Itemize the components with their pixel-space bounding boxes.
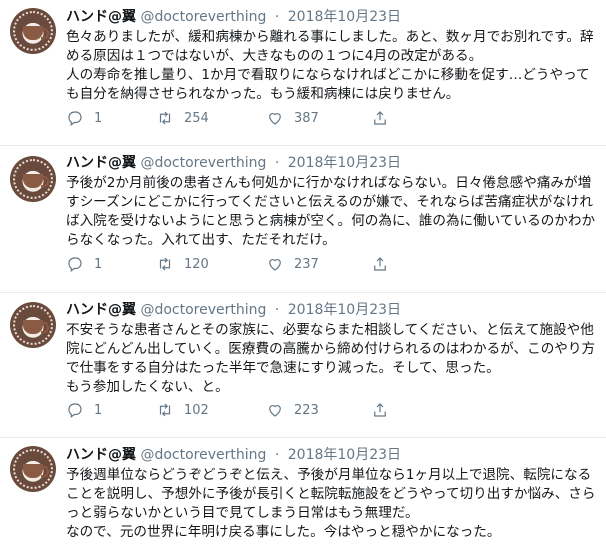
reply-count: 1 — [94, 402, 103, 418]
tweet-actions: 1 102 223 — [66, 400, 389, 420]
share-icon — [374, 257, 386, 271]
retweet-icon — [159, 403, 171, 417]
tweet-date[interactable]: 2018年10月23日 — [288, 447, 401, 463]
reply-button[interactable]: 1 — [66, 109, 156, 127]
separator-dot: · — [274, 302, 280, 318]
tweet[interactable]: ハンド@翼 @doctoreverthing · 2018年10月23日 予後が… — [0, 146, 606, 293]
tweet-text: 不安そうな患者さんとその家族に、必要ならまた相談してください、と伝えて施設や他院… — [66, 322, 596, 395]
tweet[interactable]: ハンド@翼 @doctoreverthing · 2018年10月23日 不安そ… — [0, 293, 606, 438]
tweet[interactable]: ハンド@翼 @doctoreverthing · 2018年10月23日 色々あ… — [0, 0, 606, 146]
reply-count: 1 — [94, 110, 103, 126]
tweet-header: ハンド@翼 @doctoreverthing · 2018年10月23日 — [66, 299, 401, 321]
separator-dot: · — [274, 447, 280, 463]
avatar[interactable] — [10, 446, 56, 492]
separator-dot: · — [274, 9, 280, 25]
user-handle[interactable]: @doctoreverthing — [140, 9, 266, 25]
share-button[interactable] — [371, 401, 389, 419]
tweet[interactable]: ハンド@翼 @doctoreverthing · 2018年10月23日 予後週… — [0, 438, 606, 548]
display-name[interactable]: ハンド@翼 — [66, 9, 136, 25]
avatar[interactable] — [10, 302, 56, 348]
tweet-date[interactable]: 2018年10月23日 — [288, 9, 401, 25]
tweet-date[interactable]: 2018年10月23日 — [288, 302, 401, 318]
reply-count: 1 — [94, 256, 103, 272]
tweet-text: 予後週単位ならどうぞどうぞと伝え、予後が月単位なら1ヶ月以上で退院、転院になるこ… — [66, 467, 596, 540]
tweet-header: ハンド@翼 @doctoreverthing · 2018年10月23日 — [66, 152, 401, 174]
like-icon — [269, 259, 281, 271]
like-count: 387 — [294, 110, 319, 126]
like-button[interactable]: 223 — [266, 401, 371, 419]
share-icon — [374, 111, 386, 125]
reply-button[interactable]: 1 — [66, 255, 156, 273]
like-icon — [269, 405, 281, 417]
like-count: 237 — [294, 256, 319, 272]
separator-dot: · — [274, 155, 280, 171]
tweet-header: ハンド@翼 @doctoreverthing · 2018年10月23日 — [66, 6, 401, 28]
like-icon — [269, 113, 281, 125]
retweet-count: 102 — [184, 402, 209, 418]
like-button[interactable]: 387 — [266, 109, 371, 127]
display-name[interactable]: ハンド@翼 — [66, 155, 136, 171]
retweet-icon — [159, 111, 171, 125]
reply-button[interactable]: 1 — [66, 401, 156, 419]
tweet-actions: 1 254 387 — [66, 108, 389, 128]
share-button[interactable] — [371, 255, 389, 273]
retweet-button[interactable]: 120 — [156, 255, 266, 273]
tweet-header: ハンド@翼 @doctoreverthing · 2018年10月23日 — [66, 444, 401, 466]
tweet-actions: 1 120 237 — [66, 254, 389, 274]
retweet-button[interactable]: 102 — [156, 401, 266, 419]
tweet-date[interactable]: 2018年10月23日 — [288, 155, 401, 171]
user-handle[interactable]: @doctoreverthing — [140, 155, 266, 171]
retweet-count: 254 — [184, 110, 209, 126]
retweet-button[interactable]: 254 — [156, 109, 266, 127]
like-count: 223 — [294, 402, 319, 418]
avatar[interactable] — [10, 8, 56, 54]
display-name[interactable]: ハンド@翼 — [66, 447, 136, 463]
user-handle[interactable]: @doctoreverthing — [140, 302, 266, 318]
tweet-text: 予後が2か月前後の患者さんも何処かに行かなければならない。日々倦怠感や痛みが増す… — [66, 175, 596, 248]
avatar[interactable] — [10, 156, 56, 202]
share-icon — [374, 403, 386, 417]
retweet-icon — [159, 257, 171, 271]
reply-icon — [68, 111, 82, 126]
share-button[interactable] — [371, 109, 389, 127]
reply-icon — [68, 257, 82, 272]
tweet-text: 色々ありましたが、緩和病棟から離れる事にしました。あと、数ヶ月でお別れです。辞め… — [66, 29, 594, 102]
display-name[interactable]: ハンド@翼 — [66, 302, 136, 318]
timeline: ハンド@翼 @doctoreverthing · 2018年10月23日 色々あ… — [0, 0, 606, 548]
user-handle[interactable]: @doctoreverthing — [140, 447, 266, 463]
like-button[interactable]: 237 — [266, 255, 371, 273]
retweet-count: 120 — [184, 256, 209, 272]
reply-icon — [68, 403, 82, 418]
